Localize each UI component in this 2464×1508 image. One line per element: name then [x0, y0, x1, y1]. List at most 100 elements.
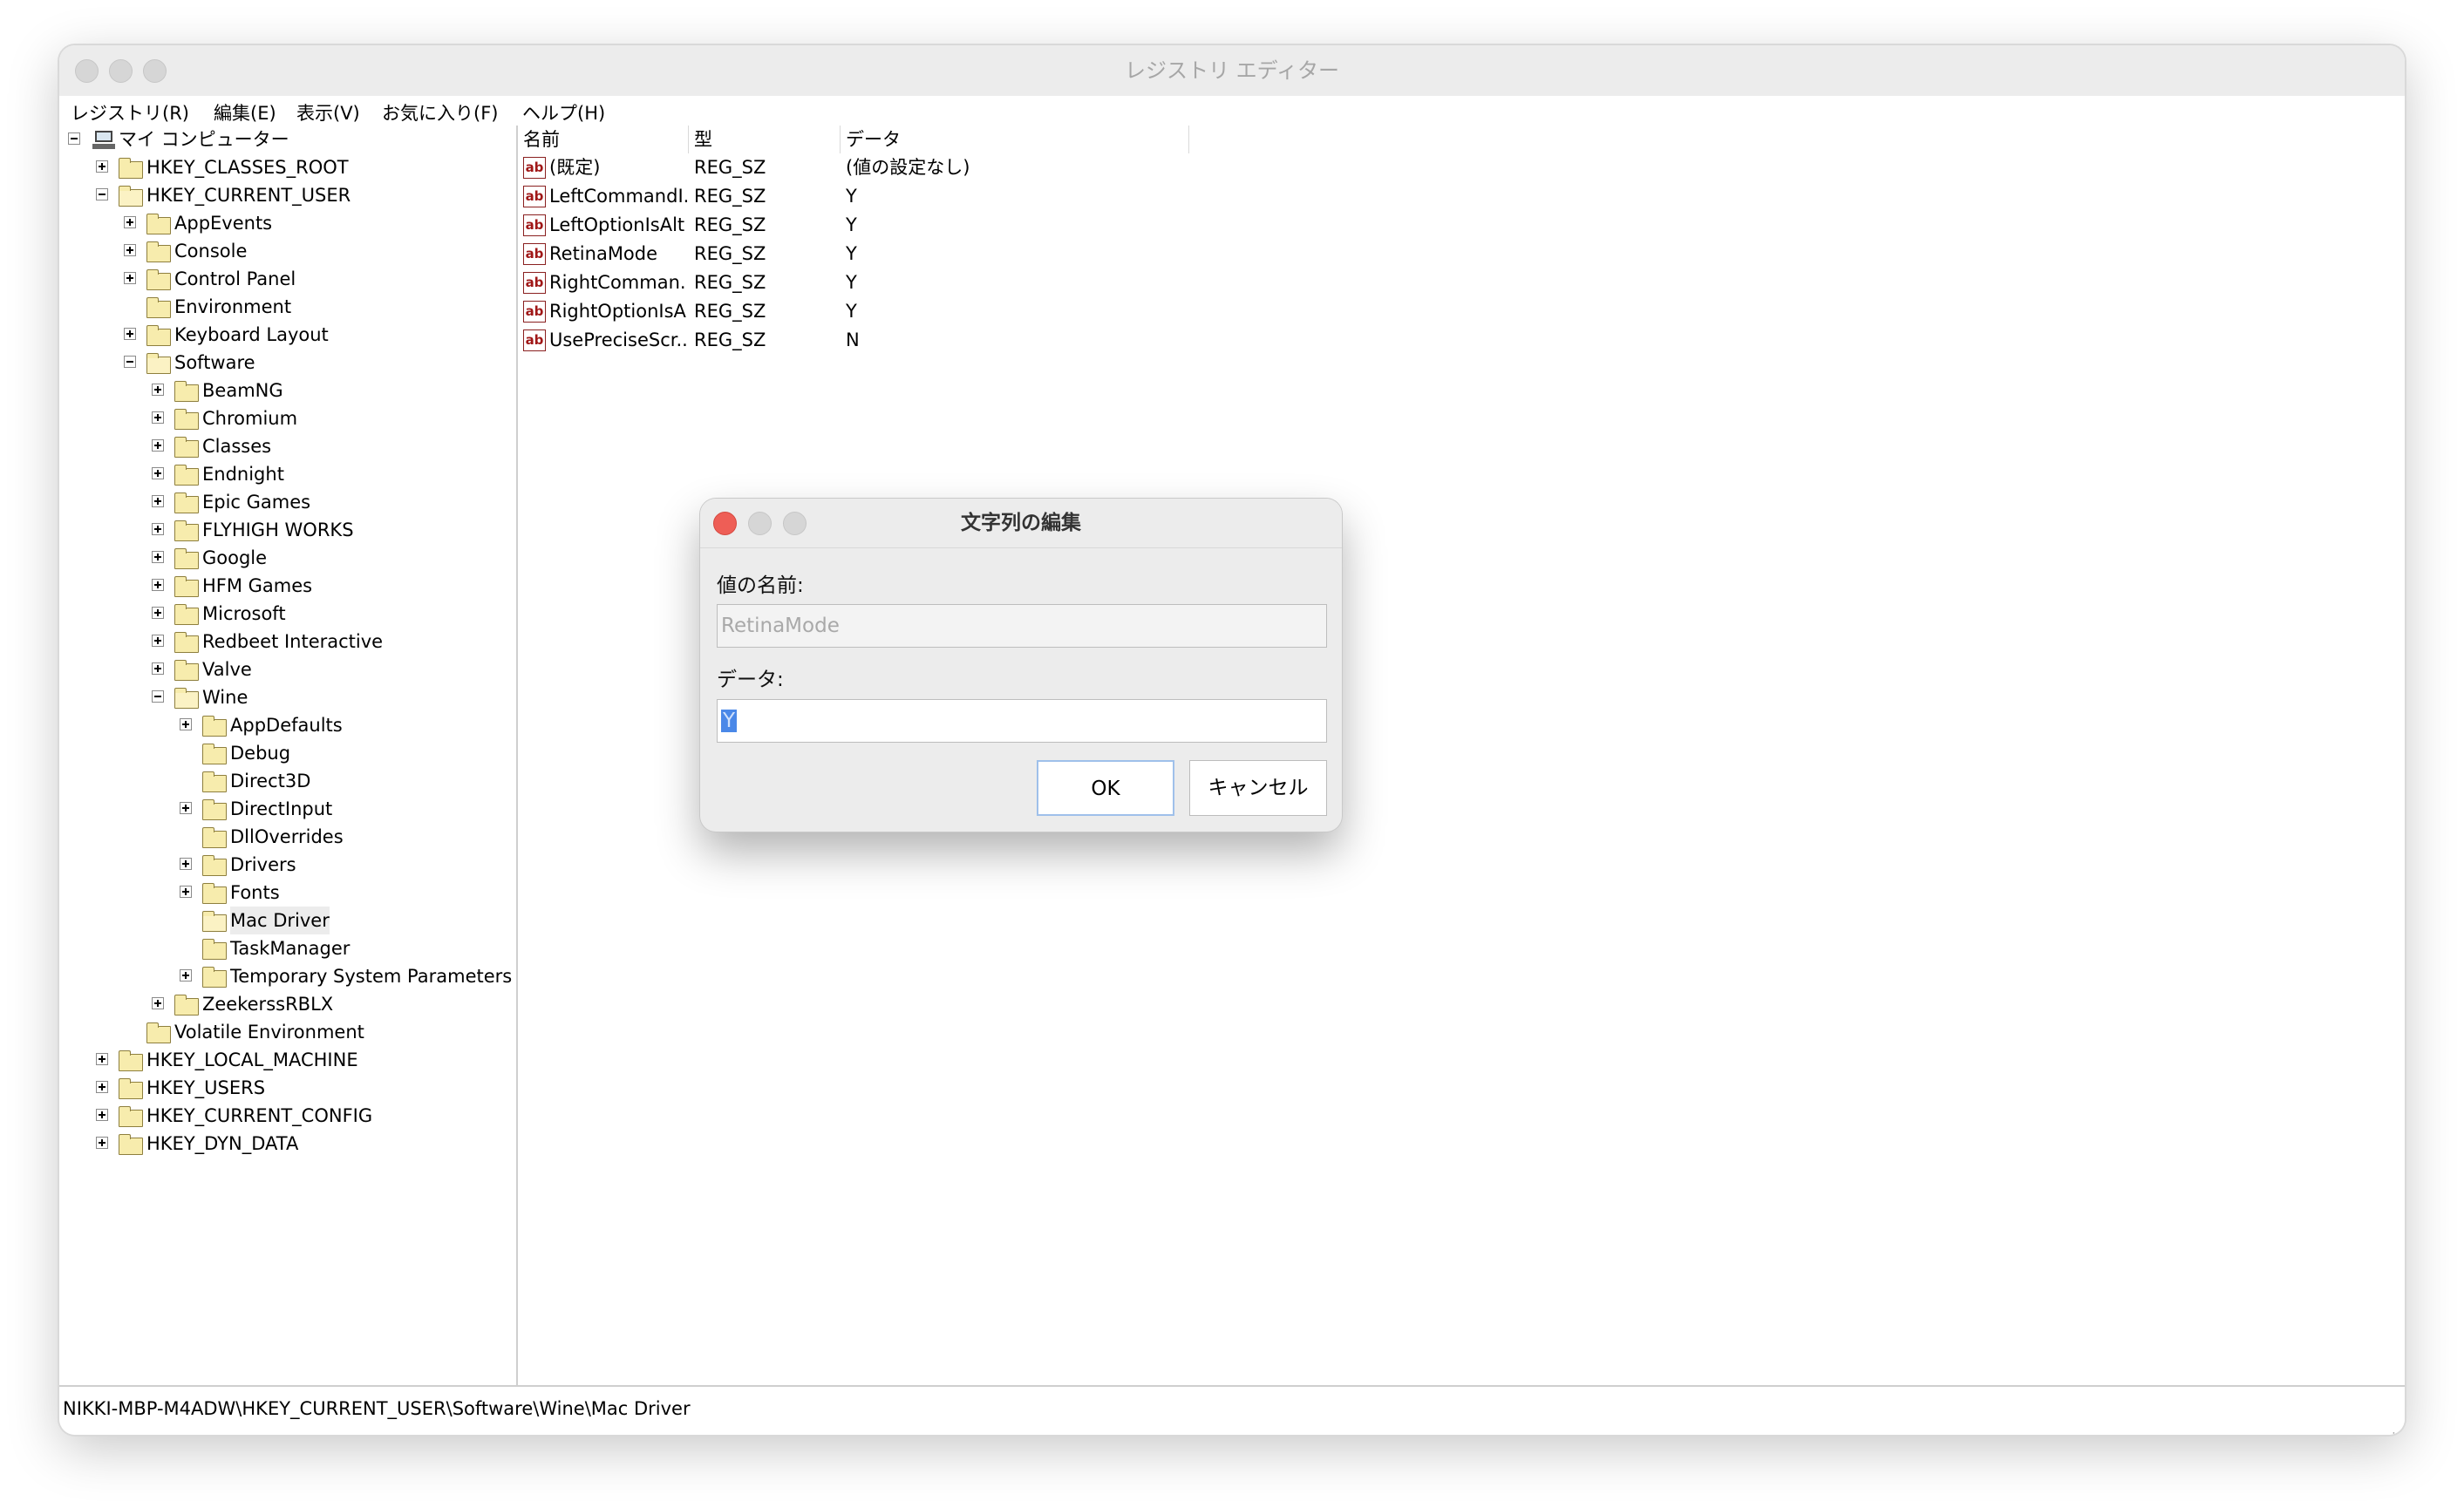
menu-registry[interactable]: レジストリ(R) [71, 99, 189, 126]
menu-bar: レジストリ(R) 編集(E) 表示(V) お気に入り(F) ヘルプ(H) [59, 96, 2405, 126]
expand-icon[interactable] [96, 160, 108, 173]
tree-node-label: Redbeet Interactive [202, 631, 384, 652]
expand-icon[interactable] [152, 384, 164, 396]
value-data-label: データ: [717, 669, 784, 691]
title-bar[interactable]: レジストリ エディター [59, 45, 2405, 97]
expand-icon[interactable] [152, 495, 164, 507]
expand-icon[interactable] [152, 523, 164, 535]
folder-icon [146, 325, 171, 346]
folder-icon [119, 1134, 143, 1155]
cancel-button[interactable]: キャンセル [1189, 760, 1327, 816]
tree-node-label: Keyboard Layout [174, 324, 329, 345]
dialog-title: 文字列の編集 [961, 512, 1081, 534]
expand-icon[interactable] [180, 886, 192, 898]
tree-node-label-selected: Mac Driver [230, 907, 330, 934]
ok-button[interactable]: OK [1037, 760, 1174, 816]
status-path: NIKKI-MBP-M4ADW\HKEY_CURRENT_USER\Softwa… [63, 1398, 691, 1419]
collapse-icon[interactable] [152, 690, 164, 703]
value-data: (値の設定なし) [846, 157, 970, 178]
value-data-input[interactable]: Y [717, 699, 1327, 743]
string-value-icon: ab [523, 214, 546, 236]
folder-icon [174, 632, 199, 653]
expand-icon[interactable] [124, 328, 136, 340]
tree-node-label: TaskManager [230, 938, 351, 959]
tree-node-label: Fonts [230, 882, 280, 903]
menu-help[interactable]: ヘルプ(H) [522, 99, 605, 126]
menu-edit[interactable]: 編集(E) [214, 99, 276, 126]
folder-icon [202, 855, 227, 876]
value-name: LeftOptionIsAlt [549, 214, 685, 235]
value-data: Y [846, 186, 857, 207]
expand-icon[interactable] [152, 662, 164, 675]
string-value-icon: ab [523, 301, 546, 323]
column-header-type[interactable]: 型 [689, 126, 841, 153]
tree-node-label: HKEY_CURRENT_USER [146, 185, 351, 206]
expand-icon[interactable] [152, 467, 164, 479]
expand-icon[interactable] [96, 1109, 108, 1121]
tree-node-label: Software [174, 352, 255, 373]
tree-node-label: HFM Games [202, 575, 313, 596]
folder-icon [202, 967, 227, 988]
value-name-field: RetinaMode [717, 604, 1327, 648]
folder-open-icon [202, 911, 227, 932]
tree-node-label: FLYHIGH WORKS [202, 520, 354, 540]
registry-key-tree[interactable]: マイ コンピューター HKEY_CLASSES_ROOT HKEY_CURREN… [59, 126, 518, 1387]
expand-icon[interactable] [180, 858, 192, 870]
expand-icon[interactable] [152, 579, 164, 591]
folder-open-icon [119, 186, 143, 207]
tree-node-label: DirectInput [230, 798, 333, 819]
expand-icon[interactable] [180, 969, 192, 982]
tree-node-label: Volatile Environment [174, 1022, 364, 1043]
string-value-icon: ab [523, 186, 546, 207]
tree-node-label: Control Panel [174, 268, 296, 289]
dialog-title-bar[interactable]: 文字列の編集 [700, 499, 1342, 548]
folder-icon [119, 1106, 143, 1127]
tree-node-label: Classes [202, 436, 272, 457]
string-value-icon: ab [523, 329, 546, 351]
expand-icon[interactable] [152, 997, 164, 1009]
folder-icon [202, 771, 227, 792]
folder-icon [174, 604, 199, 625]
folder-icon [146, 241, 171, 262]
expand-icon[interactable] [124, 272, 136, 284]
menu-favorites[interactable]: お気に入り(F) [382, 99, 498, 126]
folder-icon [202, 939, 227, 960]
expand-icon[interactable] [180, 802, 192, 814]
collapse-icon[interactable] [124, 356, 136, 368]
value-type: REG_SZ [694, 301, 766, 322]
expand-icon[interactable] [124, 244, 136, 256]
expand-icon[interactable] [152, 439, 164, 452]
tree-node-label: HKEY_LOCAL_MACHINE [146, 1049, 358, 1070]
menu-view[interactable]: 表示(V) [296, 99, 360, 126]
expand-icon[interactable] [180, 718, 192, 730]
expand-icon[interactable] [96, 1137, 108, 1149]
value-name: UsePreciseScr... [549, 329, 687, 350]
expand-icon[interactable] [96, 1081, 108, 1093]
edit-string-dialog: 文字列の編集 値の名前: RetinaMode データ: Y OK キャンセル [700, 499, 1342, 832]
tree-node-label: Valve [202, 659, 252, 680]
string-value-icon: ab [523, 243, 546, 265]
tree-node-label: Console [174, 241, 248, 262]
value-type: REG_SZ [694, 214, 766, 235]
value-type: REG_SZ [694, 186, 766, 207]
expand-icon[interactable] [152, 411, 164, 424]
folder-open-icon [146, 353, 171, 374]
collapse-icon[interactable] [68, 132, 80, 145]
resize-grip-icon[interactable]: ⋰ [2384, 1416, 2398, 1435]
value-data: Y [846, 301, 857, 322]
folder-icon [202, 883, 227, 904]
folder-icon [202, 827, 227, 848]
expand-icon[interactable] [152, 607, 164, 619]
expand-icon[interactable] [124, 216, 136, 228]
folder-icon [202, 744, 227, 764]
folder-icon [119, 158, 143, 179]
collapse-icon[interactable] [96, 188, 108, 200]
expand-icon[interactable] [152, 551, 164, 563]
folder-icon [174, 660, 199, 681]
column-header-name[interactable]: 名前 [518, 126, 689, 153]
expand-icon[interactable] [152, 635, 164, 647]
tree-node-label: マイ コンピューター [119, 129, 289, 150]
expand-icon[interactable] [96, 1053, 108, 1065]
column-header-data[interactable]: データ [841, 126, 1189, 153]
tree-node-label: Endnight [202, 464, 284, 485]
